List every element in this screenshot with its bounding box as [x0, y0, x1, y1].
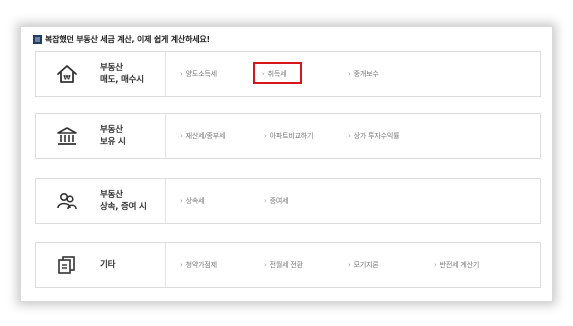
category-row-trade: ₩ 부동산 매도, 매수시 › 양도소득세 › 취득세 › 중개보수 — [35, 51, 541, 97]
category-inheritance-label: 부동산 상속, 증여 시 — [100, 190, 147, 212]
panel-header: 복잡했던 부동산 세금 계산, 이제 쉽게 계산하세요! — [33, 34, 210, 45]
highlight-box — [253, 62, 302, 84]
category-trade-label: 부동산 매도, 매수시 — [100, 63, 144, 85]
link-mortgage-loan[interactable]: › 모기지론 — [348, 260, 379, 270]
panel-title: 복잡했던 부동산 세금 계산, 이제 쉽게 계산하세요! — [45, 35, 210, 44]
category-inheritance: 부동산 상속, 증여 시 — [36, 179, 166, 223]
link-brokerage-fee[interactable]: › 중개보수 — [348, 69, 379, 79]
link-jeonse-conversion[interactable]: › 전월세 전환 — [264, 260, 303, 270]
link-commercial-yield[interactable]: › 상가 투자수익률 — [348, 131, 400, 141]
link-inheritance-tax[interactable]: › 상속세 — [180, 196, 205, 206]
house-won-icon: ₩ — [56, 63, 78, 85]
tax-calculator-panel: 복잡했던 부동산 세금 계산, 이제 쉽게 계산하세요! ₩ 부동산 매도, 매… — [20, 26, 553, 302]
etc-links: › 청약가점제 › 전월세 전환 › 모기지론 › 반전세 계산기 — [166, 243, 540, 287]
category-etc-label: 기타 — [100, 260, 116, 270]
category-row-holding: 부동산 보유 시 › 재산세/종부세 › 아파트비교하기 › 상가 투자수익률 — [35, 113, 541, 159]
inheritance-links: › 상속세 › 증여세 — [166, 179, 540, 223]
people-icon — [56, 190, 78, 212]
category-trade: ₩ 부동산 매도, 매수시 — [36, 52, 166, 96]
link-gift-tax[interactable]: › 증여세 — [264, 196, 289, 206]
documents-icon — [56, 254, 78, 276]
link-apartment-compare[interactable]: › 아파트비교하기 — [264, 131, 313, 141]
link-property-tax[interactable]: › 재산세/종부세 — [180, 131, 225, 141]
link-capital-gains-tax[interactable]: › 양도소득세 — [180, 69, 217, 79]
svg-text:₩: ₩ — [63, 74, 71, 82]
category-row-inheritance: 부동산 상속, 증여 시 › 상속세 › 증여세 — [35, 178, 541, 224]
category-etc: 기타 — [36, 243, 166, 287]
link-semi-jeonse-calculator[interactable]: › 반전세 계산기 — [434, 260, 479, 270]
holding-links: › 재산세/종부세 › 아파트비교하기 › 상가 투자수익률 — [166, 114, 540, 158]
category-row-etc: 기타 › 청약가점제 › 전월세 전환 › 모기지론 › 반전세 계산기 — [35, 242, 541, 288]
trade-links: › 양도소득세 › 취득세 › 중개보수 — [166, 52, 540, 96]
category-holding: 부동산 보유 시 — [36, 114, 166, 158]
square-bullet-icon — [33, 35, 42, 44]
link-subscription-score[interactable]: › 청약가점제 — [180, 260, 217, 270]
bank-building-icon — [56, 125, 78, 147]
category-holding-label: 부동산 보유 시 — [100, 125, 126, 147]
